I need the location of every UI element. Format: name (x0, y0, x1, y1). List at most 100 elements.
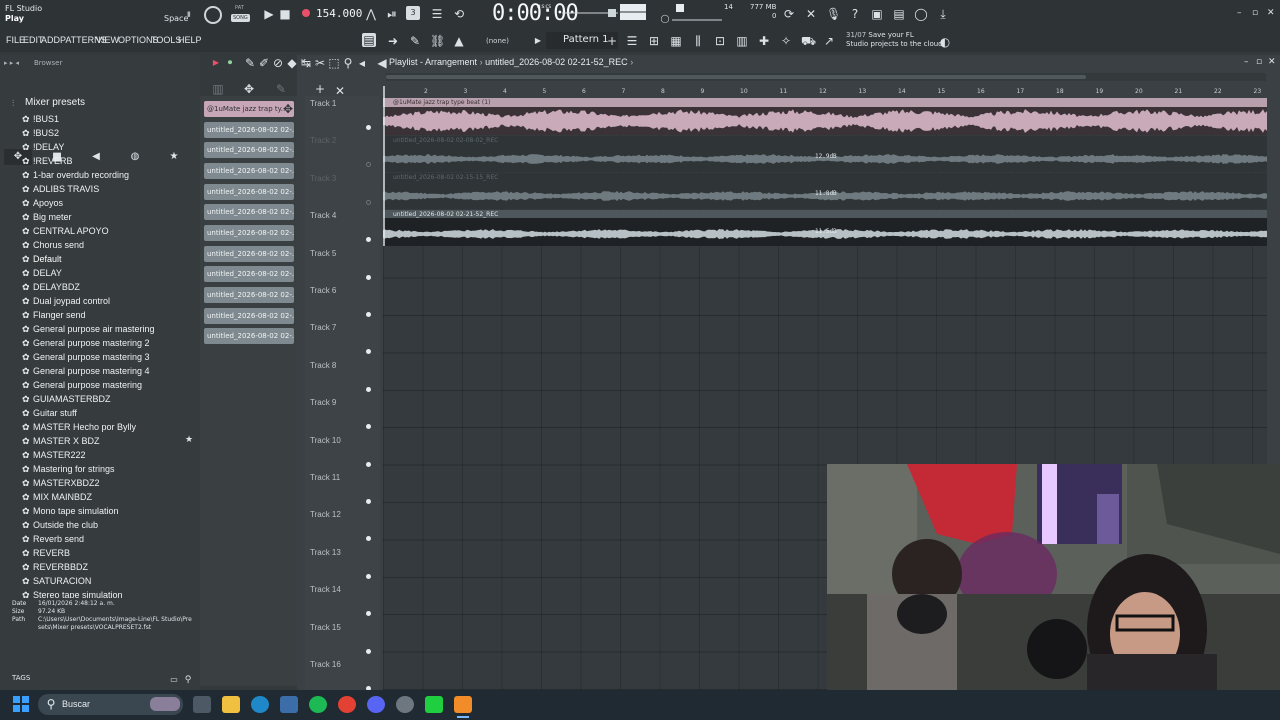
preset-item[interactable]: ✿ General purpose mastering 3 (22, 350, 198, 364)
preset-item[interactable]: ✿ !BUS2 (22, 126, 198, 140)
close-track-icon[interactable]: ✕ (333, 84, 347, 98)
playlist-minimize-icon[interactable]: – (1244, 57, 1249, 67)
track-name[interactable]: Track 8 (310, 361, 336, 370)
preset-item[interactable]: ✿ Big meter (22, 210, 198, 224)
render-icon[interactable]: ▤ (892, 7, 906, 21)
preset-item[interactable]: ✿ MASTERXBDZ2 (22, 476, 198, 490)
add-track-icon[interactable]: + (313, 82, 327, 96)
track-name[interactable]: Track 4 (310, 211, 336, 220)
bar-number[interactable]: 22 (1214, 88, 1222, 95)
preset-item[interactable]: ✿ Chorus send (22, 238, 198, 252)
bar-number[interactable]: 9 (701, 88, 705, 95)
track-name[interactable]: Track 13 (310, 548, 341, 557)
track-active-toggle[interactable] (366, 312, 371, 317)
wait-input-icon[interactable]: ⏯ (385, 7, 399, 21)
playhead[interactable] (383, 86, 385, 246)
preset-item[interactable]: ✿ DELAYBDZ (22, 280, 198, 294)
chrome-icon[interactable] (338, 696, 356, 713)
track-name[interactable]: Track 2 (310, 136, 336, 145)
bar-number[interactable]: 17 (1017, 88, 1025, 95)
track-name[interactable]: Track 7 (310, 323, 336, 332)
preset-item[interactable]: ✿ Outside the club (22, 518, 198, 532)
playlist-maximize-icon[interactable]: ▫ (1256, 57, 1262, 67)
mixer-toggle-icon[interactable]: ✕ (804, 7, 818, 21)
bar-number[interactable]: 23 (1254, 88, 1262, 95)
slice-icon[interactable]: ✂ (313, 56, 327, 70)
bar-number[interactable]: 4 (503, 88, 507, 95)
file-explorer-icon[interactable] (222, 696, 240, 713)
audio-clip-beat[interactable]: @1uMate jazz trap type beat (1) (383, 98, 1267, 135)
preset-item[interactable]: ✿ !BUS1 (22, 112, 198, 126)
bar-number[interactable]: 7 (622, 88, 626, 95)
snap-icon[interactable]: ▤ (362, 33, 376, 47)
cloud-status-icon[interactable]: ◐ (938, 35, 952, 49)
snap-mode-label[interactable]: (none) (486, 37, 509, 45)
master-pitch-icon[interactable]: ◯ (658, 12, 672, 26)
edge-icon[interactable] (251, 696, 269, 713)
preset-item[interactable]: ✿ Mastering for strings (22, 462, 198, 476)
preset-item[interactable]: ✿ Guitar stuff (22, 406, 198, 420)
bar-number[interactable]: 14 (898, 88, 906, 95)
edit-icon[interactable]: ✎ (274, 82, 288, 96)
playlist-icon[interactable]: ☰ (625, 34, 639, 48)
undo-history-icon[interactable]: ⟳ (782, 7, 796, 21)
bar-number[interactable]: 20 (1135, 88, 1143, 95)
folder-tag-icon[interactable]: ▭ (167, 673, 181, 687)
cart-icon[interactable]: ⛟ (801, 34, 816, 48)
track-name[interactable]: Track 12 (310, 510, 341, 519)
preset-item[interactable]: ✿ General purpose mastering 4 (22, 364, 198, 378)
preset-item[interactable]: ✿ MASTER Hecho por Bylly (22, 420, 198, 434)
move-icon[interactable]: ✥ (242, 82, 256, 96)
track-name[interactable]: Track 1 (310, 99, 336, 108)
delete-icon[interactable]: ⊘ (271, 56, 285, 70)
fl-studio-icon[interactable] (454, 696, 472, 713)
cloud-hint[interactable]: 31/07 Save your FL Studio projects to th… (846, 31, 943, 49)
track-name[interactable]: Track 15 (310, 623, 341, 632)
playlist-menu-icon[interactable]: ◀ (375, 56, 389, 70)
preset-item[interactable]: ✿ Apoyos (22, 196, 198, 210)
track-active-toggle[interactable] (366, 461, 371, 467)
bar-number[interactable]: 15 (938, 88, 946, 95)
countdown-icon[interactable]: 3 (406, 6, 420, 20)
song-badge[interactable]: SONG (231, 14, 250, 22)
slip-icon[interactable]: ↹ (299, 56, 313, 70)
preset-item[interactable]: ✿ SATURACION (22, 574, 198, 588)
track-name[interactable]: Track 16 (310, 660, 341, 669)
maximize-icon[interactable]: ▫ (1252, 8, 1258, 18)
task-view-icon[interactable] (193, 696, 211, 713)
clip-source-item[interactable]: untitled_2026-08-02 02-... (204, 308, 294, 324)
store-icon[interactable] (280, 696, 298, 713)
track-name[interactable]: Track 3 (310, 174, 336, 183)
clip-source-item[interactable]: untitled_2026-08-02 02-... (204, 184, 294, 200)
clip-source-item[interactable]: untitled_2026-08-02 02-... (204, 328, 294, 344)
picker-icon[interactable]: ▥ (211, 82, 225, 96)
stamp-icon[interactable]: ▲ (452, 34, 466, 48)
preset-item[interactable]: ✿ Dual joypad control (22, 294, 198, 308)
preset-item[interactable]: ✿ GUIAMASTERBDZ (22, 392, 198, 406)
pencil-icon[interactable]: ✎ (408, 34, 422, 48)
preset-item[interactable]: ✿ CENTRAL APOYO (22, 224, 198, 238)
preset-item[interactable]: ✿ REVERB (22, 546, 198, 560)
playlist-close-icon[interactable]: ✕ (1268, 57, 1276, 67)
browser-arrows-icon[interactable]: ▸ ▸ ◂ (4, 59, 19, 67)
clip-source-item[interactable]: untitled_2026-08-02 02-... (204, 266, 294, 282)
loop-record-icon[interactable]: ⟲ (452, 7, 466, 21)
search-icon[interactable]: ⚲ (181, 673, 195, 687)
preset-item[interactable]: ✿ !DELAY (22, 140, 198, 154)
minimize-icon[interactable]: – (1237, 8, 1242, 18)
preset-item[interactable]: ✿ 1-bar overdub recording (22, 168, 198, 182)
menu-add[interactable]: ADD (41, 35, 60, 45)
track-name[interactable]: Track 11 (310, 473, 340, 482)
link-icon[interactable]: ⛓ (430, 34, 445, 48)
track-active-toggle[interactable] (366, 125, 371, 130)
mute-icon[interactable]: ◆ (285, 56, 299, 70)
chat-icon[interactable]: ◯ (914, 7, 928, 21)
preset-item[interactable]: ✿ General purpose air mastering (22, 322, 198, 336)
preset-item[interactable]: ✿ ADLIBS TRAVIS (22, 182, 198, 196)
bar-number[interactable]: 12 (819, 88, 827, 95)
download-icon[interactable]: ⤓ (936, 7, 950, 21)
track-name[interactable]: Track 10 (310, 436, 341, 445)
preset-item[interactable]: ✿ !REVERB (22, 154, 198, 168)
bar-number[interactable]: 11 (780, 88, 788, 95)
windows-start-icon[interactable] (13, 696, 29, 712)
